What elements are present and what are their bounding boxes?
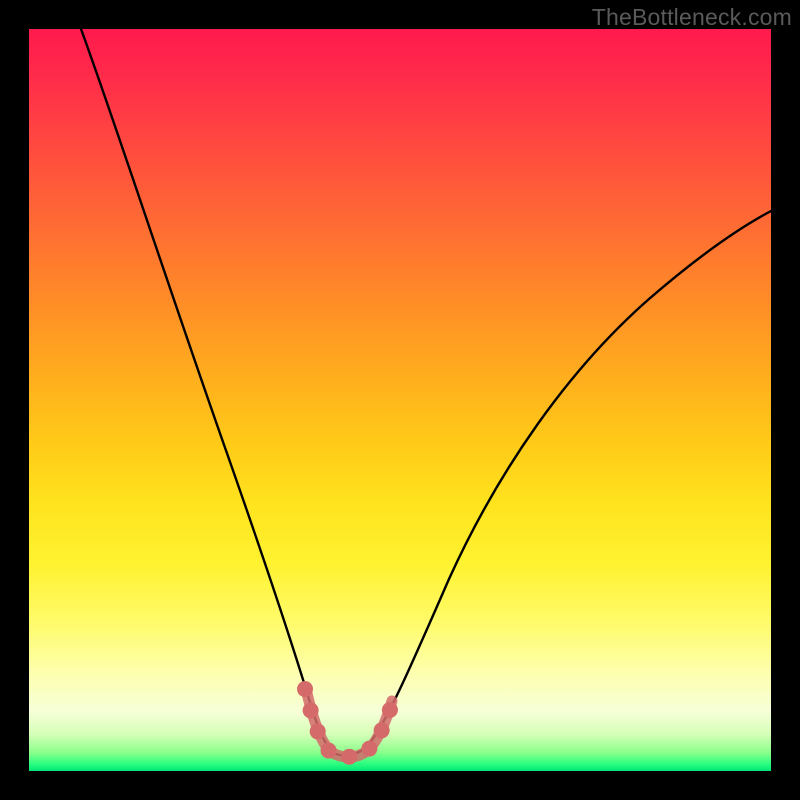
bottleneck-curve <box>81 29 771 756</box>
valley-highlight-fill <box>307 693 392 757</box>
watermark-text: TheBottleneck.com <box>592 4 792 31</box>
plot-area <box>29 29 771 771</box>
chart-frame: TheBottleneck.com <box>0 0 800 800</box>
curve-layer <box>29 29 771 771</box>
